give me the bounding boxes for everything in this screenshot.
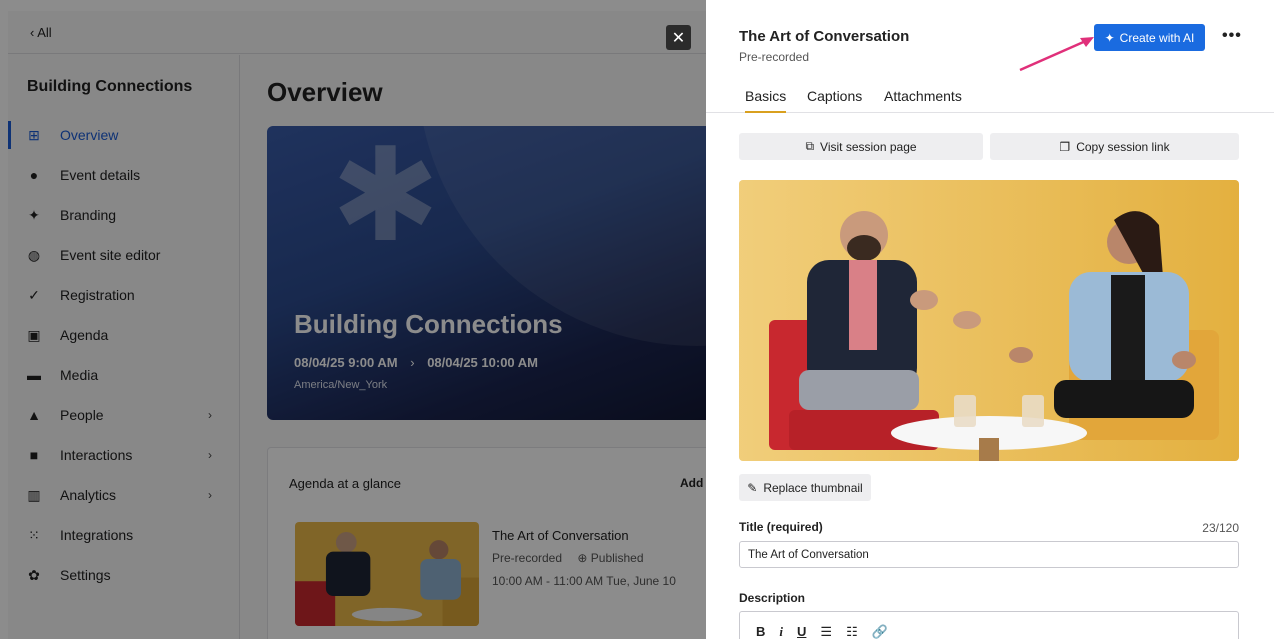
- panel-subtitle: Pre-recorded: [739, 50, 810, 64]
- session-thumbnail-image: [739, 180, 1239, 461]
- external-link-icon: ⧉: [805, 139, 815, 153]
- copy-session-link-button[interactable]: ❐ Copy session link: [990, 133, 1239, 160]
- annotation-arrow: [1019, 37, 1094, 72]
- description-label: Description: [739, 591, 806, 605]
- pencil-icon: ✎: [747, 480, 758, 495]
- title-character-count: 23/120: [1202, 521, 1239, 535]
- visit-session-page-button[interactable]: ⧉ Visit session page: [739, 133, 983, 160]
- modal-backdrop[interactable]: [0, 0, 706, 639]
- sparkle-icon: ✦: [1104, 30, 1115, 45]
- title-input[interactable]: [739, 541, 1239, 568]
- panel-title: The Art of Conversation: [739, 28, 910, 45]
- close-icon: ✕: [671, 29, 686, 47]
- copy-session-link-label: Copy session link: [1076, 139, 1170, 154]
- create-with-ai-button[interactable]: ✦ Create with AI: [1094, 24, 1205, 51]
- description-toolbar: B i U ☰ ☷ 🔗: [739, 611, 1239, 639]
- copy-icon: ❐: [1059, 139, 1071, 154]
- panel-tabs: Basics Captions Attachments: [706, 82, 1274, 113]
- tab-attachments[interactable]: Attachments: [884, 88, 962, 113]
- link-button[interactable]: 🔗: [872, 624, 888, 639]
- close-panel-button[interactable]: ✕: [666, 25, 691, 50]
- bullet-list-button[interactable]: ☰: [820, 624, 832, 639]
- session-panel: The Art of Conversation Pre-recorded ✦ C…: [706, 0, 1274, 639]
- underline-button[interactable]: U: [797, 624, 806, 639]
- italic-button[interactable]: i: [779, 624, 783, 639]
- numbered-list-button[interactable]: ☷: [846, 624, 858, 639]
- visit-session-page-label: Visit session page: [820, 139, 917, 154]
- tab-basics[interactable]: Basics: [745, 88, 787, 113]
- replace-thumbnail-button[interactable]: ✎ Replace thumbnail: [739, 474, 871, 501]
- create-with-ai-label: Create with AI: [1119, 30, 1195, 45]
- title-field-label: Title (required): [739, 520, 823, 534]
- bold-button[interactable]: B: [756, 624, 765, 639]
- more-options-icon[interactable]: •••: [1222, 27, 1242, 45]
- replace-thumbnail-label: Replace thumbnail: [763, 480, 863, 495]
- tab-captions[interactable]: Captions: [807, 88, 862, 113]
